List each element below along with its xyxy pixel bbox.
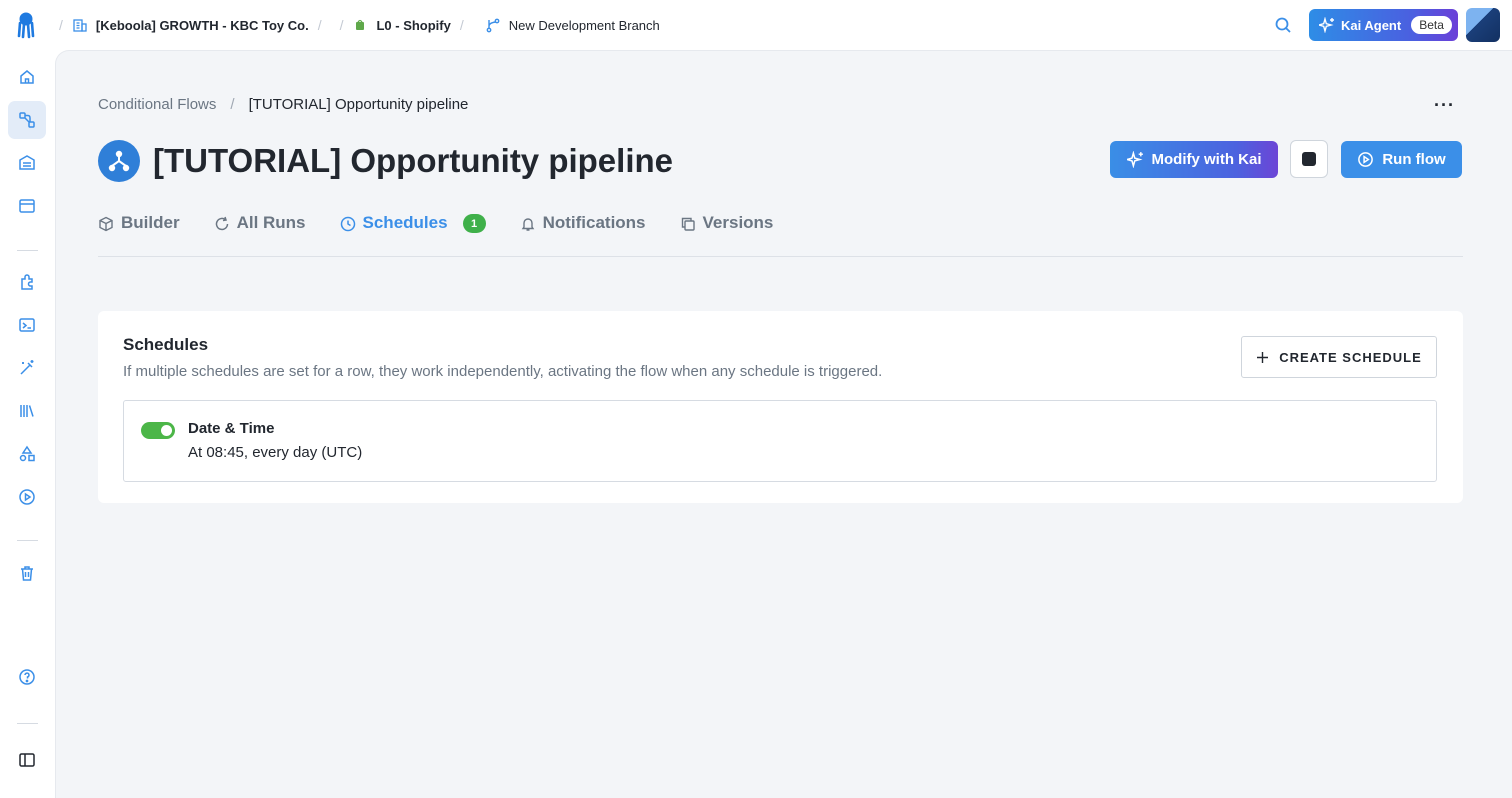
home-icon (20, 70, 34, 84)
breadcrumb-current: [TUTORIAL] Opportunity pipeline (248, 96, 469, 113)
terminal-icon (19, 318, 35, 332)
magic-wand-icon (20, 360, 34, 375)
branch-icon (486, 18, 500, 33)
keboola-logo-icon[interactable] (14, 11, 38, 39)
refresh-icon (215, 216, 228, 231)
kai-agent-button[interactable]: Kai Agent Beta (1309, 9, 1458, 41)
sidebar (0, 50, 55, 798)
sidebar-item-terminal[interactable] (8, 306, 46, 344)
schedule-item[interactable]: Date & Time At 08:45, every day (UTC) (123, 400, 1437, 482)
schedule-name: Date & Time (188, 420, 275, 437)
cube-icon (99, 216, 113, 232)
sidebar-toggle-icon (19, 753, 35, 767)
clock-icon (340, 216, 355, 232)
create-schedule-button[interactable]: CREATE SCHEDULE (1241, 336, 1437, 378)
shapes-icon (19, 445, 35, 462)
save-button[interactable] (1290, 140, 1328, 178)
schedules-description: If multiple schedules are set for a row,… (123, 363, 883, 380)
beta-badge: Beta (1411, 16, 1452, 34)
main-content: Conditional Flows / [TUTORIAL] Opportuni… (55, 50, 1512, 798)
bell-icon (521, 218, 534, 231)
branch-crumb[interactable]: New Development Branch (485, 17, 660, 33)
schedules-card: Schedules If multiple schedules are set … (98, 311, 1463, 503)
components-icon (21, 274, 33, 290)
sidebar-item-trash[interactable] (8, 554, 46, 592)
flows-icon (19, 112, 35, 128)
sidebar-item-components[interactable] (8, 263, 46, 301)
sidebar-item-library[interactable] (8, 392, 46, 430)
schedule-description: At 08:45, every day (UTC) (188, 444, 363, 461)
flow-icon (98, 140, 140, 182)
sidebar-item-shapes[interactable] (8, 435, 46, 473)
help-icon (19, 669, 35, 685)
sidebar-item-flows[interactable] (8, 101, 46, 139)
sidebar-item-help[interactable] (8, 658, 46, 696)
save-icon (1302, 152, 1316, 166)
page-title: [TUTORIAL] Opportunity pipeline (153, 142, 674, 179)
sidebar-item-jobs[interactable] (8, 478, 46, 516)
tab-builder[interactable]: Builder (98, 211, 180, 257)
project-crumb[interactable]: [Keboola] GROWTH - KBC Toy Co. (72, 17, 309, 33)
workspace-icon (19, 199, 35, 213)
play-circle-icon (1358, 152, 1374, 167)
avatar[interactable] (1466, 8, 1500, 42)
building-icon (73, 19, 87, 32)
sparkle-icon (1319, 17, 1334, 33)
tab-schedules[interactable]: Schedules 1 (340, 211, 486, 257)
schedule-enabled-toggle[interactable] (141, 422, 175, 439)
tab-bar: Builder All Runs Schedules 1 Notificatio… (98, 211, 1463, 257)
source-crumb[interactable]: L0 - Shopify (352, 17, 451, 33)
sidebar-item-transformations[interactable] (8, 349, 46, 387)
breadcrumb-conditional-flows[interactable]: Conditional Flows (98, 96, 216, 113)
top-breadcrumb: / [Keboola] GROWTH - KBC Toy Co. / / L0 … (59, 17, 660, 33)
sidebar-item-home[interactable] (8, 58, 46, 96)
run-flow-button[interactable]: Run flow (1341, 141, 1462, 178)
plus-icon (1257, 351, 1269, 363)
top-bar: / [Keboola] GROWTH - KBC Toy Co. / / L0 … (0, 0, 1512, 50)
copy-icon (681, 217, 695, 231)
sparkle-icon (1126, 151, 1143, 168)
sidebar-toggle-button[interactable] (8, 741, 46, 779)
play-circle-icon (19, 489, 35, 505)
tab-all-runs[interactable]: All Runs (214, 211, 306, 257)
shopify-icon (356, 19, 365, 30)
sidebar-item-workspace[interactable] (8, 187, 46, 225)
sidebar-item-storage[interactable] (8, 144, 46, 182)
schedules-count-badge: 1 (462, 214, 486, 233)
storage-icon (19, 155, 35, 170)
modify-with-kai-button[interactable]: Modify with Kai (1110, 141, 1278, 178)
more-options-button[interactable]: ··· (1434, 95, 1455, 116)
page-breadcrumb: Conditional Flows / [TUTORIAL] Opportuni… (98, 96, 469, 113)
library-icon (20, 405, 34, 417)
trash-icon (21, 566, 33, 581)
schedules-title: Schedules (123, 335, 209, 354)
tab-versions[interactable]: Versions (680, 211, 773, 257)
tab-notifications[interactable]: Notifications (520, 211, 646, 257)
search-icon[interactable] (1274, 16, 1292, 34)
